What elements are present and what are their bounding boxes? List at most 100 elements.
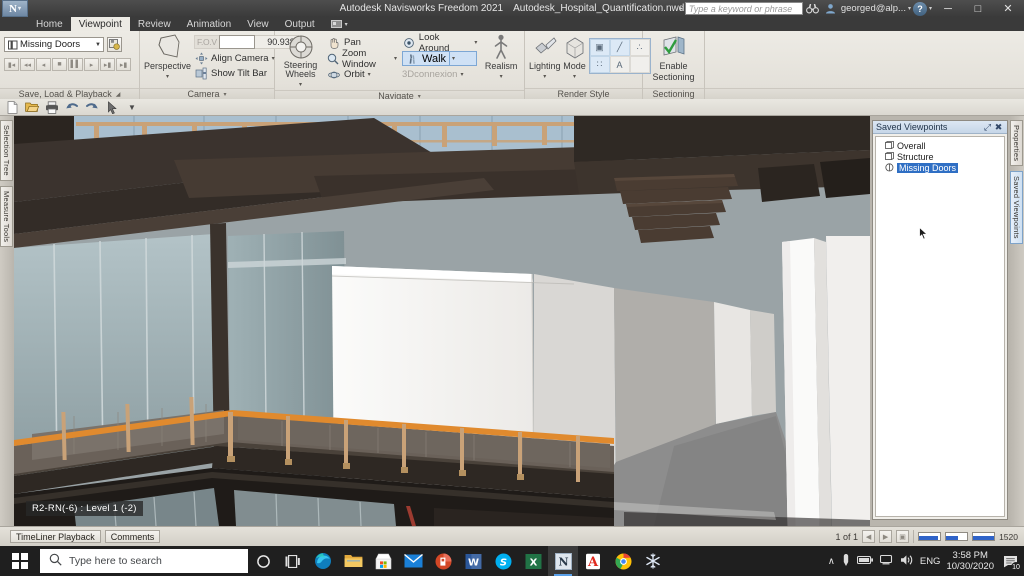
- tab-review[interactable]: Review: [130, 17, 179, 31]
- mode-button[interactable]: Mode ▾: [563, 34, 587, 82]
- tab-animation[interactable]: Animation: [179, 17, 239, 31]
- sidebar-tab-properties[interactable]: Properties: [1010, 120, 1023, 167]
- chrome-icon[interactable]: [608, 546, 638, 576]
- volume-icon[interactable]: [900, 554, 914, 569]
- look-around-button[interactable]: Look Around ▾: [402, 32, 477, 54]
- excel-icon[interactable]: X: [518, 546, 548, 576]
- playback-play-button[interactable]: ▸: [84, 58, 99, 71]
- maximize-button[interactable]: □: [964, 0, 992, 17]
- save-viewpoint-button[interactable]: [107, 37, 122, 52]
- snap-points-toggle[interactable]: ∷: [589, 56, 610, 73]
- clock[interactable]: 3:58 PM 10/30/2020: [946, 550, 994, 572]
- user-account-label[interactable]: georged@alp... ▾: [841, 3, 911, 14]
- float-icon[interactable]: ⤢: [982, 122, 993, 133]
- orbit-caret-icon[interactable]: ▾: [368, 71, 371, 78]
- skype-icon[interactable]: S: [488, 546, 518, 576]
- tab-timeliner-playback[interactable]: TimeLiner Playback: [10, 530, 101, 543]
- list-item-selected[interactable]: Missing Doors: [878, 162, 1002, 173]
- surfaces-toggle[interactable]: ▣: [589, 39, 610, 56]
- minimize-button[interactable]: ─: [934, 0, 962, 17]
- navisworks-icon[interactable]: N: [548, 546, 578, 576]
- saved-viewpoints-list[interactable]: Overall Structure Missing Doors: [875, 136, 1005, 517]
- camera-panel-caret-icon[interactable]: ▾: [224, 91, 227, 98]
- orbit-button[interactable]: Orbit ▾: [327, 67, 397, 82]
- powerpoint-icon[interactable]: [428, 546, 458, 576]
- snowflake-icon[interactable]: [638, 546, 668, 576]
- tab-home[interactable]: Home: [28, 17, 71, 31]
- render-tab-caret-icon[interactable]: ▾: [345, 21, 348, 28]
- realism-caret-icon[interactable]: ▾: [500, 72, 503, 82]
- help-menu-caret-icon[interactable]: ▾: [929, 5, 932, 12]
- fov-input[interactable]: [218, 35, 255, 49]
- 3d-viewport[interactable]: R2-RN(-6) : Level 1 (-2): [14, 116, 870, 526]
- realism-button[interactable]: Realism ▾: [482, 34, 520, 82]
- help-icon[interactable]: ?: [912, 1, 927, 16]
- language-indicator[interactable]: ENG: [920, 556, 941, 567]
- select-icon[interactable]: [104, 100, 120, 115]
- task-view-icon[interactable]: [278, 546, 308, 576]
- cortana-icon[interactable]: [248, 546, 278, 576]
- mail-icon[interactable]: [398, 546, 428, 576]
- sidebar-tab-selection-tree[interactable]: Selection Tree: [0, 120, 13, 181]
- new-icon[interactable]: [4, 100, 20, 115]
- windows-start-icon[interactable]: [0, 546, 40, 576]
- saved-viewpoint-combo[interactable]: Missing Doors ▼: [4, 37, 104, 52]
- user-menu-caret-icon[interactable]: ▾: [908, 5, 911, 12]
- panel-launcher-icon[interactable]: ◢: [116, 91, 121, 98]
- edge-icon[interactable]: [308, 546, 338, 576]
- sidebar-tab-saved-viewpoints[interactable]: Saved Viewpoints: [1010, 171, 1023, 244]
- help-search-input[interactable]: Type a keyword or phrase: [684, 2, 803, 15]
- look-around-caret-icon[interactable]: ▾: [474, 39, 477, 46]
- steering-wheels-button[interactable]: Steering Wheels ▾: [279, 34, 322, 90]
- page-view-button[interactable]: ▣: [896, 530, 910, 543]
- customize-icon[interactable]: ▼: [124, 100, 140, 115]
- pen-icon[interactable]: [841, 553, 851, 570]
- open-icon[interactable]: [24, 100, 40, 115]
- tab-view[interactable]: View: [239, 17, 277, 31]
- app-logo-icon[interactable]: N ▾: [2, 0, 28, 17]
- close-button[interactable]: ✕: [994, 0, 1022, 17]
- tab-output[interactable]: Output: [277, 17, 323, 31]
- file-explorer-icon[interactable]: [338, 546, 368, 576]
- connexion-caret-icon[interactable]: ▾: [460, 71, 463, 78]
- list-item[interactable]: Structure: [878, 151, 1002, 162]
- render-tab-icon[interactable]: ▾: [323, 17, 356, 31]
- notifications-icon[interactable]: 10: [1000, 551, 1021, 572]
- qat-overflow-caret-icon[interactable]: ▸: [680, 5, 683, 12]
- lighting-button[interactable]: Lighting ▾: [529, 34, 561, 82]
- tab-comments[interactable]: Comments: [104, 530, 161, 543]
- user-icon[interactable]: [823, 1, 839, 16]
- list-item[interactable]: Overall: [878, 140, 1002, 151]
- next-page-button[interactable]: ▶: [879, 530, 893, 543]
- walk-caret-icon[interactable]: ▾: [452, 55, 455, 62]
- playback-rewind-button[interactable]: ◂◂: [20, 58, 35, 71]
- perspective-button[interactable]: Perspective ▾: [144, 34, 191, 82]
- playback-step-back-button[interactable]: ◂: [36, 58, 51, 71]
- tray-chevron-icon[interactable]: ∧: [828, 556, 835, 567]
- perspective-caret-icon[interactable]: ▾: [166, 72, 169, 82]
- lighting-caret-icon[interactable]: ▾: [543, 72, 546, 82]
- mode-caret-icon[interactable]: ▾: [573, 72, 576, 82]
- app-menu-caret-icon[interactable]: ▾: [18, 5, 21, 12]
- lines-toggle[interactable]: ╱: [609, 39, 630, 56]
- playback-last-frame-button[interactable]: ▸▮: [116, 58, 131, 71]
- undo-icon[interactable]: [64, 100, 80, 115]
- microsoft-store-icon[interactable]: [368, 546, 398, 576]
- network-icon[interactable]: [879, 554, 894, 568]
- acrobat-reader-icon[interactable]: A: [578, 546, 608, 576]
- text-toggle[interactable]: A: [609, 56, 630, 73]
- zoom-window-button[interactable]: Zoom Window ▾: [327, 48, 397, 70]
- chevron-down-icon[interactable]: ▼: [95, 42, 101, 48]
- word-icon[interactable]: W: [458, 546, 488, 576]
- battery-icon[interactable]: [856, 555, 874, 568]
- search-input[interactable]: Type here to search: [40, 549, 248, 573]
- steering-wheels-caret-icon[interactable]: ▾: [299, 80, 302, 90]
- walk-button[interactable]: Walk ▾: [402, 51, 478, 66]
- sidebar-tab-measure-tools[interactable]: Measure Tools: [0, 185, 13, 247]
- redo-icon[interactable]: [84, 100, 100, 115]
- playback-stop-button[interactable]: ■: [52, 58, 67, 71]
- tab-viewpoint[interactable]: Viewpoint: [70, 17, 130, 31]
- playback-step-forward-button[interactable]: ▸▮: [100, 58, 115, 71]
- 3dconnexion-button[interactable]: 3Dconnexion ▾: [402, 67, 477, 82]
- print-icon[interactable]: [44, 100, 60, 115]
